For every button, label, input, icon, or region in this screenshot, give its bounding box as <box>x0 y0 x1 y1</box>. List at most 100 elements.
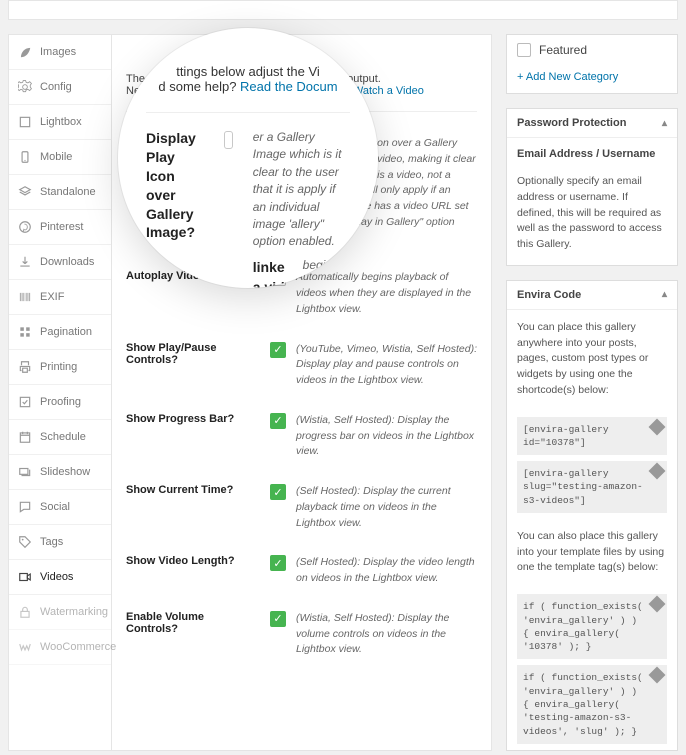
sidebar-item-label: Pinterest <box>40 221 83 233</box>
template-tag-slug[interactable]: if ( function_exists( 'envira_gallery' )… <box>517 665 667 743</box>
setting-checkbox[interactable]: ✓ <box>270 413 286 429</box>
setting-description: (YouTube, Vimeo, Wistia, Self Hosted): D… <box>296 342 477 389</box>
tag-icon <box>18 535 32 549</box>
sidebar-item-slideshow[interactable]: Slideshow <box>9 455 111 490</box>
setting-row: Show Progress Bar? ✓ (Wistia, Self Hosted)… <box>126 403 477 474</box>
code-desc-b: You can also place this gallery into you… <box>507 519 677 588</box>
sidebar-item-label: Images <box>40 46 76 58</box>
sidebar-item-config[interactable]: Config <box>9 70 111 105</box>
square-icon <box>18 115 32 129</box>
sidebar-item-label: Watermarking <box>40 606 108 618</box>
grid-icon <box>18 325 32 339</box>
pw-description: Optionally specify an email address or u… <box>507 164 677 265</box>
calendar-icon <box>18 430 32 444</box>
featured-checkbox[interactable] <box>517 43 531 57</box>
gear-icon <box>18 80 32 94</box>
setting-label: Enable Volume Controls? <box>126 611 254 635</box>
zoom-doc-link[interactable]: Read the Docum <box>240 79 338 94</box>
sidebar-item-pinterest[interactable]: Pinterest <box>9 210 111 245</box>
setting-label: Show Progress Bar? <box>126 413 254 425</box>
tag-icon <box>649 667 666 684</box>
setting-row: Enable Volume Controls? ✓ (Wistia, Self Ho… <box>126 601 477 672</box>
sidebar-item-images[interactable]: Images <box>9 35 111 70</box>
categories-box: Featured + Add New Category <box>506 34 678 94</box>
setting-row: Show Video Length? ✓ (Self Hosted): Displa… <box>126 545 477 601</box>
code-box-header[interactable]: Envira Code ▴ <box>507 281 677 310</box>
sidebar-item-label: Config <box>40 81 72 93</box>
sidebar-item-label: Mobile <box>40 151 72 163</box>
sidebar-item-social[interactable]: Social <box>9 490 111 525</box>
pw-box-header[interactable]: Password Protection ▴ <box>507 109 677 138</box>
setting-description: (Self Hosted): Display the video length … <box>296 555 477 587</box>
lock-icon <box>18 605 32 619</box>
setting-checkbox[interactable]: ✓ <box>270 611 286 627</box>
setting-label: Show Current Time? <box>126 484 254 496</box>
chat-icon <box>18 500 32 514</box>
chevron-up-icon[interactable]: ▴ <box>662 289 667 300</box>
sidebar-item-exif[interactable]: EXIF <box>9 280 111 315</box>
download-icon <box>18 255 32 269</box>
setting-description: (Self Hosted): Display the current playb… <box>296 484 477 531</box>
top-whitespace-panel <box>8 0 678 20</box>
barcode-icon <box>18 290 32 304</box>
shortcode-id[interactable]: [envira-gallery id="10378"] <box>517 417 667 456</box>
setting-checkbox[interactable]: ✓ <box>270 484 286 500</box>
check-icon <box>18 395 32 409</box>
sidebar-item-proofing[interactable]: Proofing <box>9 385 111 420</box>
sidebar-item-label: Lightbox <box>40 116 82 128</box>
sidebar-item-label: EXIF <box>40 291 64 303</box>
sidebar-item-pagination[interactable]: Pagination <box>9 315 111 350</box>
sidebar-item-lightbox[interactable]: Lightbox <box>9 105 111 140</box>
setting-checkbox[interactable]: ✓ <box>270 555 286 571</box>
envira-code-box: Envira Code ▴ You can place this gallery… <box>506 280 678 751</box>
sidebar-item-schedule[interactable]: Schedule <box>9 420 111 455</box>
settings-tabs-sidebar: Images Config Lightbox Mobile Standalone Pint… <box>8 34 112 751</box>
password-protection-box: Password Protection ▴ Email Address / Us… <box>506 108 678 266</box>
sidebar-item-label: Proofing <box>40 396 81 408</box>
template-tag-id[interactable]: if ( function_exists( 'envira_gallery' )… <box>517 594 667 659</box>
video-icon <box>18 570 32 584</box>
setting-row: Show Play/Pause Controls? ✓ (YouTube, Vime… <box>126 332 477 403</box>
pinterest-icon <box>18 220 32 234</box>
code-desc-a: You can place this gallery anywhere into… <box>507 310 677 411</box>
setting-description: (Wistia, Self Hosted): Display the progr… <box>296 413 477 460</box>
setting-label: Show Video Length? <box>126 555 254 567</box>
add-new-category-link[interactable]: + Add New Category <box>507 65 677 93</box>
sidebar-item-label: Tags <box>40 536 63 548</box>
sidebar-item-downloads[interactable]: Downloads <box>9 245 111 280</box>
sidebar-item-mobile[interactable]: Mobile <box>9 140 111 175</box>
sidebar-item-label: WooCommerce <box>40 641 116 653</box>
setting-checkbox[interactable]: ✓ <box>270 342 286 358</box>
slides-icon <box>18 465 32 479</box>
sidebar-item-label: Printing <box>40 361 77 373</box>
sidebar-item-label: Standalone <box>40 186 96 198</box>
featured-checkbox-row[interactable]: Featured <box>507 35 677 65</box>
watch-video-link[interactable]: Watch a Video <box>353 85 424 97</box>
print-icon <box>18 360 32 374</box>
sidebar-item-label: Videos <box>40 571 73 583</box>
sidebar-item-label: Pagination <box>40 326 92 338</box>
sidebar-item-watermarking[interactable]: Watermarking <box>9 595 111 630</box>
zoom-row-label: Display Play Icon over Gallery Image? <box>146 129 204 242</box>
chevron-up-icon[interactable]: ▴ <box>662 118 667 129</box>
sidebar-item-woocommerce[interactable]: WooCommerce <box>9 630 111 665</box>
zoom-checkbox[interactable] <box>224 131 233 149</box>
sidebar-item-videos[interactable]: Videos <box>9 560 111 595</box>
tag-icon <box>649 596 666 613</box>
sidebar-item-standalone[interactable]: Standalone <box>9 175 111 210</box>
woo-icon <box>18 640 32 654</box>
setting-description: (Wistia, Self Hosted): Display the volum… <box>296 611 477 658</box>
sidebar-item-label: Slideshow <box>40 466 90 478</box>
sidebar-item-tags[interactable]: Tags <box>9 525 111 560</box>
sidebar-item-printing[interactable]: Printing <box>9 350 111 385</box>
setting-row: Show Current Time? ✓ (Self Hosted): Displa… <box>126 474 477 545</box>
shortcode-slug[interactable]: [envira-gallery slug="testing-amazon-s3-… <box>517 461 667 513</box>
setting-label: Show Play/Pause Controls? <box>126 342 254 366</box>
sidebar-item-label: Schedule <box>40 431 86 443</box>
sidebar-item-label: Social <box>40 501 70 513</box>
setting-description: Automatically begins playback of videos … <box>296 270 477 317</box>
sidebar-item-label: Downloads <box>40 256 94 268</box>
leaf-icon <box>18 45 32 59</box>
featured-label: Featured <box>539 43 587 57</box>
mobile-icon <box>18 150 32 164</box>
